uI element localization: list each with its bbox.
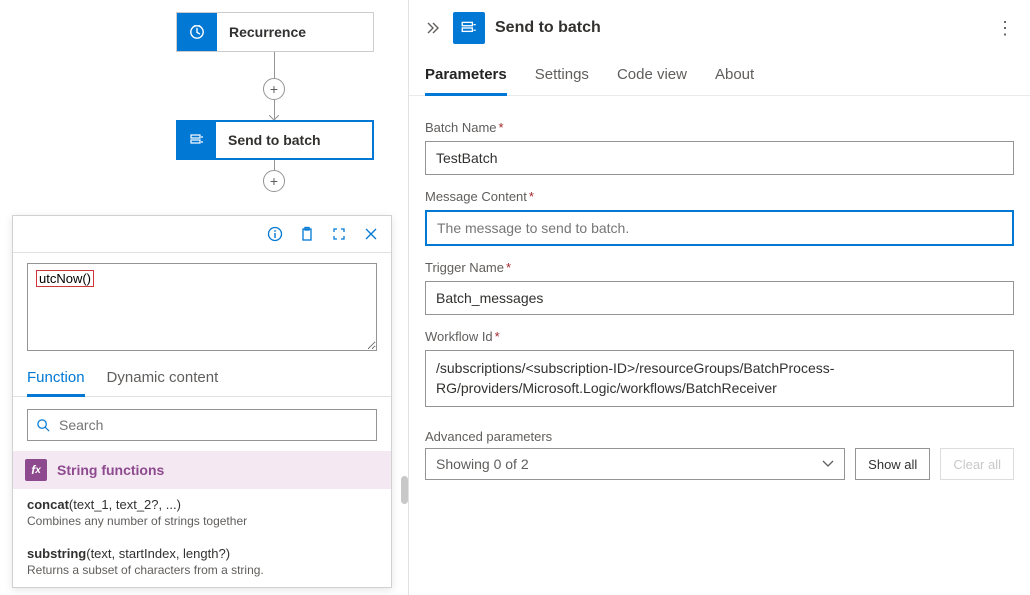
chevron-down-icon: [822, 460, 834, 468]
card-header: Send to batch ⋮: [409, 0, 1030, 56]
tab-dynamic-content[interactable]: Dynamic content: [107, 361, 219, 396]
node-send-to-batch[interactable]: Send to batch: [176, 120, 374, 160]
tab-about[interactable]: About: [715, 56, 754, 95]
node-send-label: Send to batch: [216, 132, 372, 148]
workflow-id-label: Workflow Id*: [425, 329, 1014, 344]
fn-substring-desc: Returns a subset of characters from a st…: [27, 563, 377, 577]
trigger-name-label: Trigger Name*: [425, 260, 1014, 275]
card-tabs: Parameters Settings Code view About: [409, 56, 1030, 96]
designer-canvas-pane: Recurrence + Send to batch +: [0, 0, 408, 595]
fx-icon: fx: [25, 459, 47, 481]
close-icon[interactable]: [357, 220, 385, 248]
expression-input[interactable]: utcNow(): [27, 263, 377, 351]
string-functions-label: String functions: [57, 462, 164, 478]
fn-substring-name: substring(text, startIndex, length?): [27, 546, 377, 561]
popup-tabs: Function Dynamic content: [13, 357, 391, 397]
batch-name-label: Batch Name*: [425, 120, 1014, 135]
clipboard-icon[interactable]: [293, 220, 321, 248]
fn-substring[interactable]: substring(text, startIndex, length?) Ret…: [13, 538, 391, 587]
tab-settings[interactable]: Settings: [535, 56, 589, 95]
connector-line: [274, 52, 275, 78]
fn-concat-desc: Combines any number of strings together: [27, 514, 377, 528]
expression-text: utcNow(): [36, 270, 94, 287]
add-step-button[interactable]: +: [263, 170, 285, 192]
trigger-name-input[interactable]: [425, 281, 1014, 315]
more-menu-icon[interactable]: ⋮: [996, 18, 1014, 39]
search-icon: [36, 418, 51, 433]
message-content-label: Message Content*: [425, 189, 1014, 204]
expand-icon[interactable]: [325, 220, 353, 248]
advanced-parameters-dropdown[interactable]: Showing 0 of 2: [425, 448, 845, 480]
add-step-button[interactable]: +: [263, 78, 285, 100]
search-input[interactable]: [59, 417, 368, 433]
advanced-parameters-label: Advanced parameters: [425, 429, 845, 444]
fn-concat[interactable]: concat(text_1, text_2?, ...) Combines an…: [13, 489, 391, 538]
advanced-parameters-value: Showing 0 of 2: [436, 456, 529, 472]
batch-name-input[interactable]: [425, 141, 1014, 175]
advanced-parameters-row: Advanced parameters Showing 0 of 2 Show …: [425, 429, 1014, 480]
expression-popup: utcNow() Function Dynamic content fx Str…: [12, 215, 392, 588]
tab-parameters[interactable]: Parameters: [425, 56, 507, 95]
scrollbar-thumb[interactable]: [401, 476, 408, 504]
clear-all-button: Clear all: [940, 448, 1014, 480]
message-content-input[interactable]: [425, 210, 1014, 246]
clock-icon: [177, 13, 217, 51]
fn-concat-name: concat(text_1, text_2?, ...): [27, 497, 377, 512]
canvas[interactable]: Recurrence + Send to batch +: [0, 0, 408, 195]
popup-toolbar: [13, 216, 391, 253]
collapse-icon[interactable]: [425, 21, 439, 35]
card-title: Send to batch: [495, 19, 601, 37]
node-recurrence[interactable]: Recurrence: [176, 12, 374, 52]
advanced-parameters-select: Advanced parameters Showing 0 of 2: [425, 429, 845, 480]
tab-code-view[interactable]: Code view: [617, 56, 687, 95]
batch-icon: [453, 12, 485, 44]
show-all-button[interactable]: Show all: [855, 448, 930, 480]
workflow-id-input[interactable]: /subscriptions/<subscription-ID>/resourc…: [425, 350, 1014, 407]
action-config-panel: Send to batch ⋮ Parameters Settings Code…: [408, 0, 1030, 595]
connector-line: [274, 160, 275, 170]
batch-icon: [178, 122, 216, 158]
info-icon[interactable]: [261, 220, 289, 248]
node-recurrence-label: Recurrence: [217, 24, 373, 40]
tab-function[interactable]: Function: [27, 361, 85, 396]
parameters-form: Batch Name* Message Content* Trigger Nam…: [409, 96, 1030, 496]
string-functions-header[interactable]: fx String functions: [13, 451, 391, 489]
function-search[interactable]: [27, 409, 377, 441]
